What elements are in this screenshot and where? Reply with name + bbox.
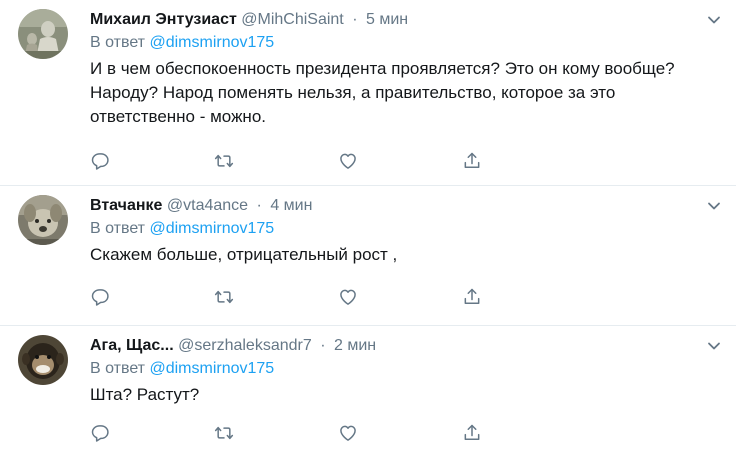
share-button[interactable] bbox=[462, 423, 586, 445]
reply-prefix: В ответ bbox=[90, 360, 146, 377]
retweet-button[interactable] bbox=[214, 423, 338, 445]
chevron-down-icon[interactable] bbox=[706, 198, 722, 214]
avatar[interactable] bbox=[18, 9, 68, 59]
share-icon bbox=[464, 288, 480, 304]
share-button[interactable] bbox=[462, 151, 586, 173]
like-icon bbox=[340, 153, 356, 169]
tweet-text: Скажем больше, отрицательный рост , bbox=[90, 245, 398, 264]
reply-icon bbox=[91, 153, 109, 170]
reply-button[interactable] bbox=[90, 287, 214, 309]
reply-context: В ответ @dimsmirnov175 bbox=[90, 32, 722, 54]
tweet-text: Шта? Растут? bbox=[90, 385, 200, 404]
retweet-icon bbox=[214, 154, 234, 168]
retweet-icon bbox=[214, 290, 234, 304]
retweet-icon bbox=[214, 426, 234, 440]
like-icon bbox=[340, 425, 356, 441]
user-handle[interactable]: @serzhaleksandr7 bbox=[178, 337, 312, 354]
avatar[interactable] bbox=[18, 195, 68, 245]
chevron-down-icon[interactable] bbox=[706, 338, 722, 354]
reply-mention-link[interactable]: @dimsmirnov175 bbox=[149, 360, 274, 377]
avatar-photo-statue-icon bbox=[18, 9, 68, 59]
separator-dot: · bbox=[320, 337, 326, 354]
like-button[interactable] bbox=[338, 423, 462, 445]
reply-context: В ответ @dimsmirnov175 bbox=[90, 218, 722, 240]
user-handle[interactable]: @MihChiSaint bbox=[241, 11, 344, 28]
reply-prefix: В ответ bbox=[90, 220, 146, 237]
share-icon bbox=[464, 424, 480, 440]
retweet-button[interactable] bbox=[214, 287, 338, 309]
like-button[interactable] bbox=[338, 151, 462, 173]
share-button[interactable] bbox=[462, 287, 586, 309]
reply-prefix: В ответ bbox=[90, 34, 146, 51]
reply-button[interactable] bbox=[90, 423, 214, 445]
reply-icon bbox=[91, 289, 109, 306]
tweet-header: Михаил Энтузиаст @MihChiSaint · 5 мин bbox=[90, 10, 722, 32]
avatar[interactable] bbox=[18, 335, 68, 385]
action-bar bbox=[90, 287, 722, 311]
display-name[interactable]: Михаил Энтузиаст bbox=[90, 11, 237, 28]
user-handle[interactable]: @vta4ance bbox=[167, 197, 248, 214]
tweet[interactable]: Михаил Энтузиаст @MihChiSaint · 5 мин В … bbox=[0, 0, 736, 186]
like-icon bbox=[340, 289, 356, 305]
action-bar bbox=[90, 423, 722, 447]
retweet-button[interactable] bbox=[214, 151, 338, 173]
tweet-header: Ага, Щас... @serzhaleksandr7 · 2 мин bbox=[90, 336, 722, 358]
separator-dot: · bbox=[256, 197, 262, 214]
tweet[interactable]: Ага, Щас... @serzhaleksandr7 · 2 мин В о… bbox=[0, 326, 736, 454]
avatar-photo-monkey-icon bbox=[18, 335, 68, 385]
separator-dot: · bbox=[352, 11, 358, 28]
share-icon bbox=[464, 152, 480, 168]
reply-icon bbox=[91, 425, 109, 442]
tweet-header: Втачанке @vta4ance · 4 мин bbox=[90, 196, 722, 218]
reply-mention-link[interactable]: @dimsmirnov175 bbox=[149, 34, 274, 51]
action-bar bbox=[90, 151, 722, 175]
reply-mention-link[interactable]: @dimsmirnov175 bbox=[149, 220, 274, 237]
timestamp[interactable]: 4 мин bbox=[270, 197, 312, 214]
reply-context: В ответ @dimsmirnov175 bbox=[90, 358, 722, 380]
tweet-text: И в чем обеспокоенность президента прояв… bbox=[90, 59, 675, 126]
display-name[interactable]: Втачанке bbox=[90, 197, 162, 214]
timestamp[interactable]: 5 мин bbox=[366, 11, 408, 28]
chevron-down-icon[interactable] bbox=[706, 12, 722, 28]
like-button[interactable] bbox=[338, 287, 462, 309]
display-name[interactable]: Ага, Щас... bbox=[90, 337, 174, 354]
reply-button[interactable] bbox=[90, 151, 214, 173]
timestamp[interactable]: 2 мин bbox=[334, 337, 376, 354]
replies-feed: Михаил Энтузиаст @MihChiSaint · 5 мин В … bbox=[0, 0, 736, 454]
tweet[interactable]: Втачанке @vta4ance · 4 мин В ответ @dims… bbox=[0, 186, 736, 326]
avatar-photo-dog-icon bbox=[18, 195, 68, 245]
